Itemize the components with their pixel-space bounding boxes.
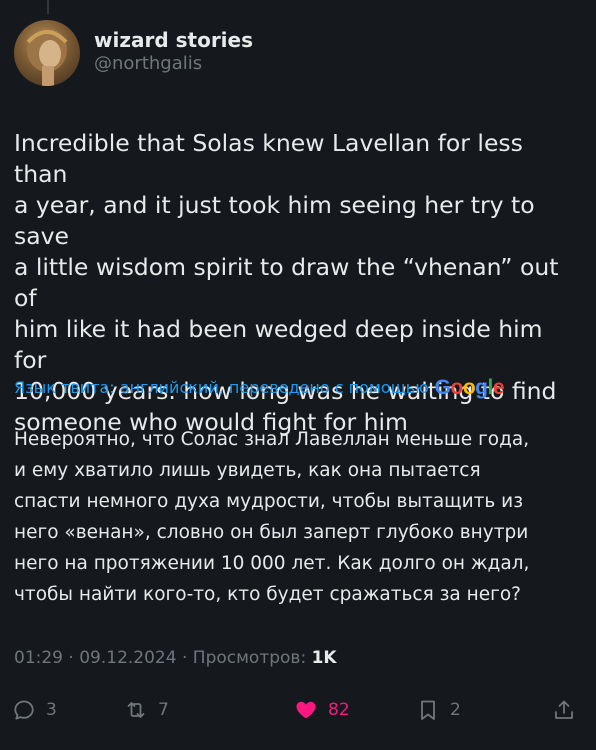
translated-tweet-text: Невероятно, что Солас знал Лавеллан мень… xyxy=(14,429,530,605)
retweet-count: 7 xyxy=(158,700,169,720)
meta-separator: · xyxy=(68,648,80,668)
translation-label: Язык твита: английский, переведено с пом… xyxy=(14,378,429,397)
meta-separator: · xyxy=(181,648,193,668)
avatar-portrait-icon xyxy=(26,28,68,86)
reply-icon xyxy=(14,700,34,720)
bookmark-button[interactable]: 2 xyxy=(416,694,461,726)
heart-icon xyxy=(296,701,316,719)
bookmark-count: 2 xyxy=(450,700,461,720)
bookmark-icon xyxy=(421,700,435,720)
thread-connector-line xyxy=(47,0,49,14)
share-button[interactable] xyxy=(552,694,576,726)
google-logo: Google xyxy=(434,376,505,399)
views-label: Просмотров: xyxy=(192,648,307,668)
views-count: 1K xyxy=(311,648,337,668)
tweet-header: wizard stories @northgalis xyxy=(14,20,574,90)
avatar[interactable] xyxy=(14,20,80,86)
retweet-icon xyxy=(127,702,145,718)
display-name[interactable]: wizard stories xyxy=(94,28,253,52)
tweet-meta: 01:29 · 09.12.2024 · Просмотров: 1K xyxy=(14,646,580,670)
translation-attribution[interactable]: Язык твита: английский, переведено с пом… xyxy=(14,374,580,402)
reply-button[interactable]: 3 xyxy=(12,694,57,726)
user-handle[interactable]: @northgalis xyxy=(94,52,253,76)
reply-count: 3 xyxy=(46,700,57,720)
share-icon xyxy=(555,700,573,719)
tweet-time[interactable]: 01:29 xyxy=(14,648,63,668)
like-button[interactable]: 82 xyxy=(294,694,350,726)
like-count: 82 xyxy=(328,700,350,720)
tweet-date[interactable]: 09.12.2024 xyxy=(79,648,176,668)
author-names: wizard stories @northgalis xyxy=(94,28,253,76)
retweet-button[interactable]: 7 xyxy=(124,694,169,726)
tweet-actions-bar: 3 7 82 2 xyxy=(12,694,582,726)
